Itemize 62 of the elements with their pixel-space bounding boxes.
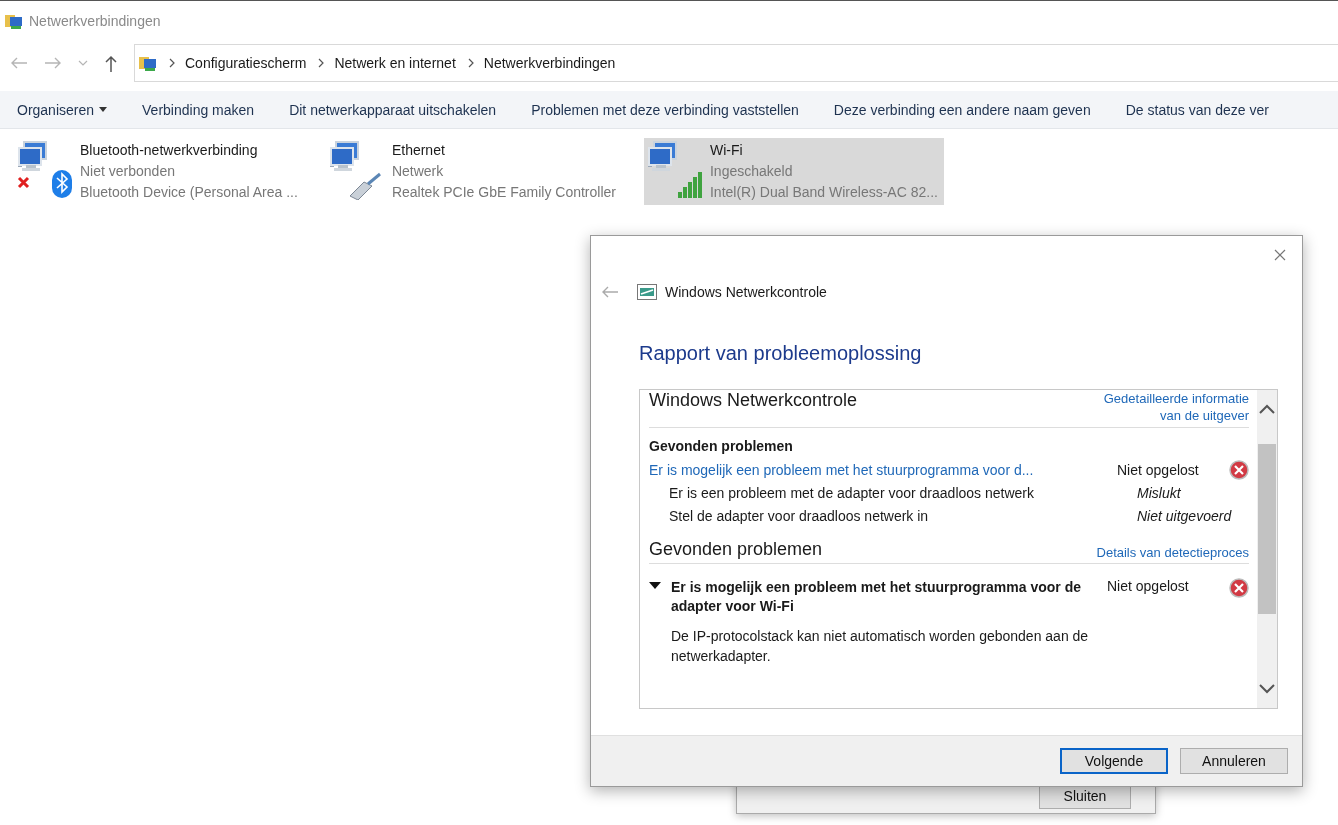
dialog-title: Windows Netwerkcontrole bbox=[665, 284, 827, 300]
cancel-button[interactable]: Annuleren bbox=[1180, 748, 1288, 774]
network-adapter-signal-icon bbox=[646, 140, 704, 200]
toolbar-button[interactable]: Problemen met deze verbinding vaststellen bbox=[524, 97, 806, 122]
section-title: Gevonden problemen bbox=[649, 438, 794, 454]
problem-description: De IP-protocolstack kan niet automatisch worden gebonden aan de netwerkadapter. bbox=[671, 627, 1090, 666]
back-arrow-icon bbox=[601, 286, 619, 298]
connection-item[interactable]: Bluetooth-netwerkverbinding Niet verbonden Bluetooth Device (Personal Area ... bbox=[14, 138, 304, 205]
step-status: Mislukt bbox=[1137, 484, 1182, 501]
window-title: Netwerkverbindingen bbox=[29, 13, 161, 29]
back-arrow-icon bbox=[10, 56, 28, 70]
problem-status: Niet opgelost bbox=[1117, 461, 1200, 478]
step-text: Er is een probleem met de adapter voor draadloos netwerk bbox=[668, 484, 1035, 501]
breadcrumb[interactable]: Netwerkverbindingen bbox=[483, 55, 616, 71]
close-icon bbox=[1274, 249, 1286, 261]
details-link[interactable]: Details van detectieproces bbox=[1096, 545, 1249, 560]
scrollbar[interactable] bbox=[1257, 390, 1277, 708]
folder-network-icon bbox=[139, 55, 157, 71]
step-status: Niet uitgevoerd bbox=[1137, 507, 1233, 524]
toolbar-button[interactable]: Deze verbinding een andere naam geven bbox=[826, 97, 1098, 122]
device-name: Intel(R) Dual Band Wireless-AC 82... bbox=[710, 183, 938, 202]
section-title: Gevonden problemen bbox=[649, 539, 823, 560]
toolbar-button[interactable]: Organiseren bbox=[10, 97, 115, 122]
network-diagnostics-icon bbox=[637, 284, 657, 300]
scrollbar-thumb[interactable] bbox=[1258, 444, 1276, 614]
chevron-right-icon bbox=[467, 58, 474, 68]
problem-link[interactable]: Er is mogelijk een probleem met het stuurprogramma voor d... bbox=[649, 461, 1117, 478]
next-button[interactable]: Volgende bbox=[1060, 748, 1168, 774]
problem-title: Er is mogelijk een probleem met het stuurprogramma voor de adapter voor Wi-Fi bbox=[671, 578, 1082, 616]
folder-network-icon bbox=[5, 13, 23, 29]
expand-triangle-icon[interactable] bbox=[649, 582, 661, 590]
breadcrumb[interactable]: Configuratiescherm bbox=[185, 55, 307, 71]
report-title: Windows Netwerkcontrole bbox=[649, 390, 858, 412]
scroll-down-icon bbox=[1259, 684, 1275, 694]
connection-status: Ingeschakeld bbox=[710, 162, 794, 181]
connection-status: Niet verbonden bbox=[80, 162, 176, 181]
breadcrumb[interactable]: Netwerk en internet bbox=[334, 55, 456, 71]
connection-name: Ethernet bbox=[391, 141, 446, 160]
error-icon bbox=[1229, 578, 1249, 598]
toolbar-button[interactable]: De status van deze ver bbox=[1118, 97, 1276, 122]
connection-status: Netwerk bbox=[391, 162, 445, 181]
step-text: Stel de adapter voor draadloos netwerk in bbox=[668, 507, 930, 524]
chevron-down-icon bbox=[78, 60, 88, 66]
problem-status: Niet opgelost bbox=[1106, 578, 1190, 594]
error-icon bbox=[1229, 459, 1249, 480]
connection-name: Wi-Fi bbox=[710, 141, 744, 160]
device-name: Realtek PCIe GbE Family Controller bbox=[391, 183, 616, 202]
device-name: Bluetooth Device (Personal Area ... bbox=[80, 183, 298, 202]
publisher-link[interactable]: Gedetailleerde informatie van de uitgever bbox=[1089, 390, 1249, 424]
network-adapter-bluetooth-icon bbox=[16, 140, 74, 200]
scroll-up-icon bbox=[1259, 404, 1275, 414]
connection-item[interactable]: Wi-Fi Ingeschakeld Intel(R) Dual Band Wireless-AC 82... bbox=[644, 138, 944, 205]
toolbar-button[interactable]: Dit netwerkapparaat uitschakelen bbox=[282, 97, 504, 122]
toolbar-button[interactable]: Verbinding maken bbox=[135, 97, 262, 122]
forward-arrow-icon bbox=[44, 56, 62, 70]
connection-item[interactable]: Ethernet Netwerk Realtek PCIe GbE Family Controller bbox=[325, 138, 622, 205]
chevron-right-icon bbox=[318, 58, 325, 68]
address-bar[interactable]: Configuratiescherm Netwerk en internet Netwerkverbindingen bbox=[134, 44, 1338, 82]
chevron-right-icon bbox=[169, 58, 175, 68]
connection-name: Bluetooth-netwerkverbinding bbox=[80, 141, 259, 160]
up-arrow-icon bbox=[104, 54, 118, 72]
dialog-heading: Rapport van probleemoplossing bbox=[639, 342, 923, 365]
